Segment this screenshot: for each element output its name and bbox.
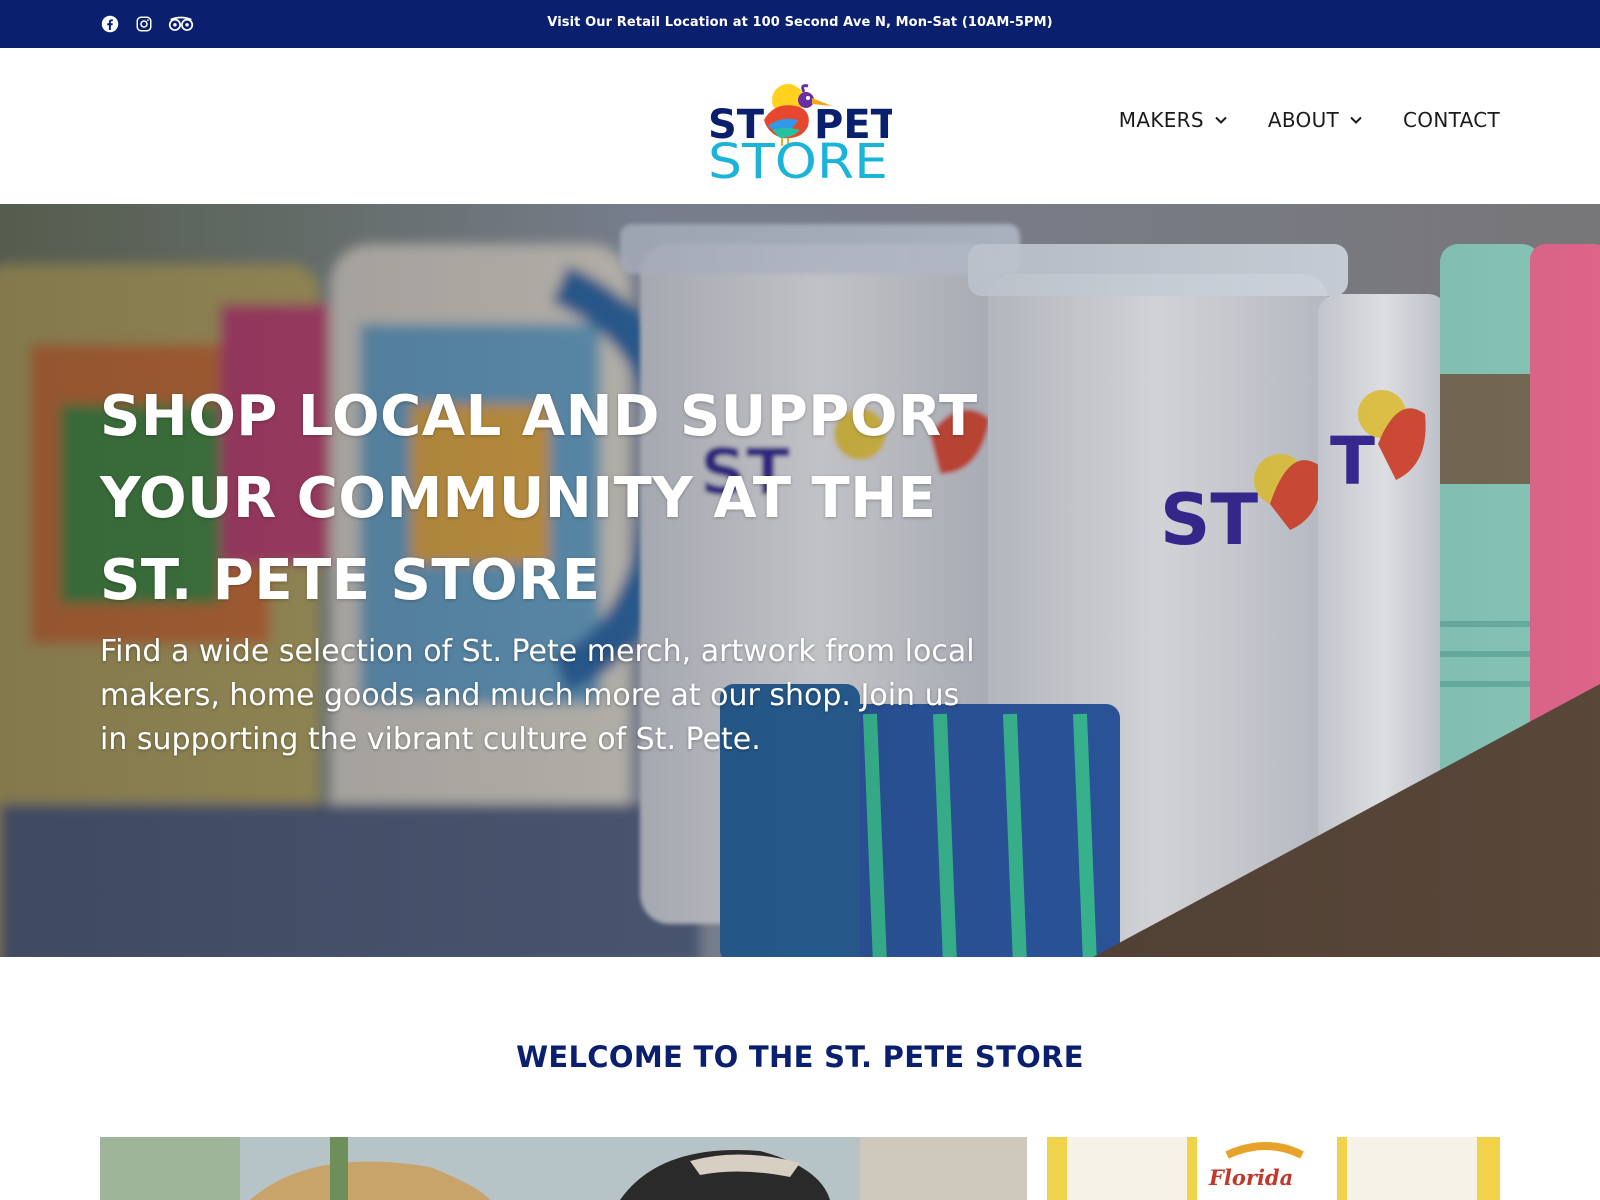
hero-title-line2: YOUR COMMUNITY AT THE: [100, 466, 937, 531]
hero-title-line1: SHOP LOCAL AND SUPPORT: [100, 384, 978, 449]
announcement-text: Visit Our Retail Location at 100 Second …: [547, 15, 1053, 30]
nav-about-label: ABOUT: [1267, 108, 1340, 132]
nav-contact-label: CONTACT: [1403, 108, 1500, 132]
mugs-photo: Florida: [1047, 1137, 1500, 1200]
nav-makers[interactable]: MAKERS: [1119, 108, 1228, 132]
store-logo[interactable]: ST PETE STORE: [708, 68, 925, 190]
nav-contact[interactable]: CONTACT: [1403, 108, 1500, 132]
people-photo: [100, 1137, 1027, 1200]
nav-about[interactable]: ABOUT: [1268, 108, 1363, 132]
main-nav: MAKERS ABOUT CONTACT: [1119, 108, 1500, 132]
welcome-heading: WELCOME TO THE ST. PETE STORE: [516, 1040, 1084, 1074]
hero-subtitle: Find a wide selection of St. Pete merch,…: [100, 634, 975, 757]
chevron-down-icon: [1350, 116, 1362, 124]
site-header: ST PETE STORE MAKERS ABOUT CONTACT: [0, 48, 1600, 204]
logo-store: STORE: [708, 134, 888, 180]
nav-makers-label: MAKERS: [1118, 108, 1204, 132]
announcement-bar: Visit Our Retail Location at 100 Second …: [0, 0, 1600, 48]
hero-title: SHOP LOCAL AND SUPPORT YOUR COMMUNITY AT…: [100, 376, 1000, 622]
chevron-down-icon: [1215, 116, 1227, 124]
hero-section: ST ST T SHOP LOCAL AND SUPPORT: [0, 204, 1600, 957]
hero-title-line3: ST. PETE STORE: [100, 548, 601, 613]
mug-text: Florida: [1209, 1165, 1294, 1190]
